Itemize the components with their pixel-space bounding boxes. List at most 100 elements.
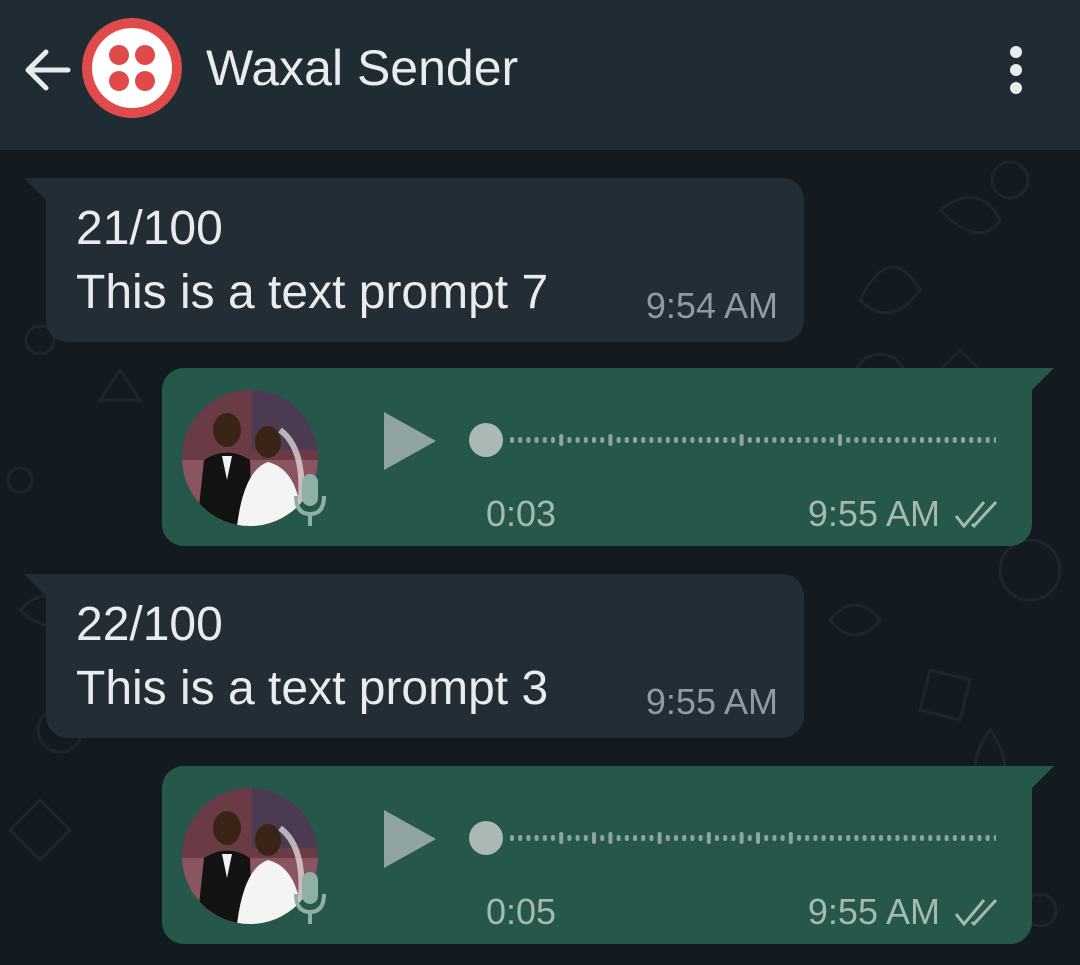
waveform-bar — [936, 835, 941, 841]
waveform-bar — [829, 835, 834, 841]
waveform-bar — [854, 437, 859, 443]
play-button[interactable] — [376, 806, 444, 872]
double-check-icon — [954, 500, 998, 529]
waveform-bar — [756, 437, 760, 443]
waveform-bar — [518, 835, 523, 841]
waveform-bar — [682, 835, 687, 841]
waveform-bar — [870, 437, 875, 443]
play-button[interactable] — [376, 408, 444, 474]
waveform-bar — [698, 437, 703, 443]
waveform-bar — [756, 832, 760, 844]
waveform-bar — [788, 437, 793, 443]
waveform-bar — [993, 835, 996, 841]
waveform-bar — [608, 434, 613, 446]
waveform-bar — [665, 437, 670, 443]
waveform-bar — [879, 835, 883, 841]
waveform-bar — [510, 437, 514, 443]
audio-waveform[interactable] — [466, 816, 996, 860]
waveform-bar — [805, 437, 810, 443]
waveform-bar — [624, 437, 629, 443]
seek-handle[interactable] — [469, 423, 503, 457]
message-time: 9:55 AM — [645, 681, 778, 722]
waveform-bar — [526, 835, 531, 841]
waveform-bar — [961, 437, 965, 443]
waveform-bar — [534, 437, 539, 443]
waveform-bar — [682, 437, 687, 443]
incoming-message[interactable]: 21/100 This is a text prompt 7 9:54 AM — [24, 178, 804, 342]
waveform-bar — [624, 835, 629, 841]
waveform-bar — [805, 835, 810, 841]
waveform-bar — [747, 437, 752, 443]
waveform-bar — [903, 437, 908, 443]
waveform-bar — [690, 437, 695, 443]
waveform-bar — [846, 835, 851, 841]
outgoing-voice-message[interactable]: 0:03 9:55 AM — [162, 368, 1054, 546]
waveform-bar — [567, 835, 572, 841]
waveform-bar — [715, 437, 719, 443]
chat-title[interactable]: Waxal Sender — [206, 40, 518, 96]
waveform-bar — [592, 437, 596, 443]
prompt-counter: 21/100 — [76, 202, 223, 255]
waveform-bar — [706, 437, 711, 443]
contact-avatar[interactable] — [82, 18, 182, 118]
waveform-bar — [559, 832, 564, 844]
audio-waveform[interactable] — [466, 418, 996, 462]
message-text: This is a text prompt 7 — [76, 266, 549, 319]
waveform-bar — [592, 832, 596, 844]
prompt-counter: 22/100 — [76, 598, 223, 651]
waveform-bar — [903, 835, 908, 841]
waveform-bar — [870, 835, 875, 841]
message-time: 9:55 AM — [807, 891, 940, 932]
waveform-bar — [764, 437, 769, 443]
waveform-bar — [567, 437, 572, 443]
waveform-bar — [575, 835, 580, 841]
waveform-bar — [641, 437, 646, 443]
waveform-bar — [608, 832, 613, 844]
waveform-bar — [920, 437, 924, 443]
waveform-bar — [764, 835, 769, 841]
twilio-logo-icon — [92, 28, 172, 108]
waveform-bar — [788, 832, 793, 844]
waveform-bar — [895, 835, 900, 841]
voice-duration: 0:03 — [486, 493, 557, 534]
waveform-bar — [518, 437, 523, 443]
message-time: 9:54 AM — [645, 285, 778, 326]
waveform-bar — [821, 437, 826, 443]
waveform-bar — [674, 437, 678, 443]
waveform-bar — [510, 835, 514, 841]
waveform-bar — [993, 437, 996, 443]
waveform-bar — [575, 437, 580, 443]
waveform-bar — [583, 835, 588, 841]
waveform-bar — [969, 437, 974, 443]
waveform-bar — [723, 437, 728, 443]
waveform-bar — [862, 437, 867, 443]
waveform-bar — [952, 437, 957, 443]
seek-handle[interactable] — [469, 821, 503, 855]
waveform-bar — [657, 832, 662, 844]
back-button[interactable] — [18, 40, 78, 100]
waveform-bar — [952, 835, 957, 841]
microphone-icon — [294, 872, 326, 924]
more-options-button[interactable] — [996, 38, 1036, 102]
waveform-bar — [641, 835, 646, 841]
waveform-bar — [920, 835, 924, 841]
waveform-bar — [542, 835, 547, 841]
waveform-bar — [829, 437, 834, 443]
waveform-bar — [862, 835, 867, 841]
outgoing-voice-message[interactable]: 0:05 9:55 AM — [162, 766, 1054, 944]
waveform-bar — [838, 434, 842, 446]
waveform-bar — [895, 437, 900, 443]
waveform-bar — [838, 835, 842, 841]
incoming-message[interactable]: 22/100 This is a text prompt 3 9:55 AM — [24, 574, 804, 738]
waveform-bar — [715, 835, 719, 841]
waveform-bar — [911, 835, 916, 841]
chat-header: Waxal Sender — [0, 0, 1080, 150]
waveform-bar — [879, 437, 883, 443]
waveform-bar — [690, 835, 695, 841]
message-list[interactable]: 21/100 This is a text prompt 7 9:54 AM 0… — [0, 150, 1080, 965]
waveform-bar — [813, 835, 818, 841]
waveform-bar — [772, 835, 777, 841]
waveform-bar — [780, 437, 785, 443]
waveform-bar — [944, 437, 949, 443]
waveform-bar — [985, 835, 990, 841]
